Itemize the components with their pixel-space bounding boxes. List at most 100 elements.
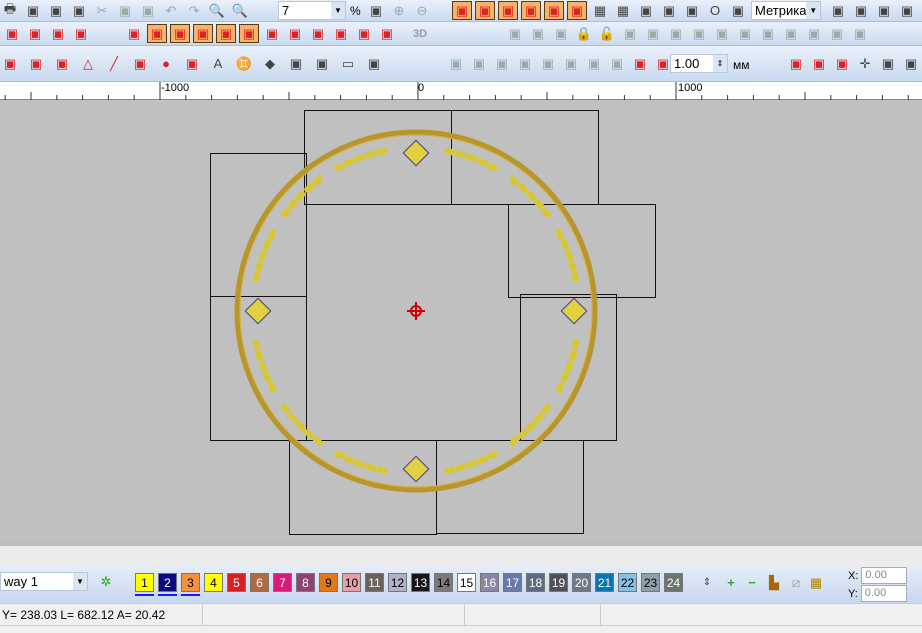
wave-fill-icon[interactable]: ▣ bbox=[25, 24, 45, 43]
zoom-combo[interactable]: 7 ▼ bbox=[278, 1, 346, 20]
intersect-icon[interactable]: ▣ bbox=[492, 54, 512, 73]
align-top-icon[interactable]: ▣ bbox=[689, 24, 709, 43]
paste-icon[interactable]: ▣ bbox=[138, 1, 158, 20]
units-combo[interactable]: Метрика ▼ bbox=[751, 1, 821, 20]
rectangle-icon[interactable]: ▭ bbox=[338, 54, 358, 73]
color-swatch-3[interactable]: 3 bbox=[181, 573, 200, 596]
color-swatch-21[interactable]: 21 bbox=[595, 573, 614, 592]
ungroup-icon[interactable]: ▣ bbox=[528, 24, 548, 43]
stitch-type-3-icon[interactable]: ▣ bbox=[170, 24, 190, 43]
hoop-red-icon[interactable]: ▣ bbox=[786, 54, 806, 73]
x-input[interactable]: 0.00 bbox=[861, 567, 908, 584]
transform-icon[interactable]: ▣ bbox=[312, 54, 332, 73]
hoop-oval-icon[interactable]: ▣ bbox=[809, 54, 829, 73]
distribute-v-icon[interactable]: ▣ bbox=[781, 24, 801, 43]
hoop-fill-icon[interactable]: ▣ bbox=[832, 54, 852, 73]
x-field[interactable]: X: 0.00 bbox=[848, 567, 908, 584]
color-swatch-24[interactable]: 24 bbox=[664, 573, 683, 592]
space-v-icon[interactable]: ▣ bbox=[827, 24, 847, 43]
stitch-type-1-icon[interactable]: ▣ bbox=[124, 24, 144, 43]
hoop-grid-icon[interactable]: ▦ bbox=[613, 1, 633, 20]
offset-icon[interactable]: ▣ bbox=[630, 54, 650, 73]
picture-icon[interactable]: ▣ bbox=[636, 1, 656, 20]
color-swatch-8[interactable]: 8 bbox=[296, 573, 315, 592]
print-icon[interactable]: 🖶 bbox=[0, 1, 20, 20]
color-swatch-4[interactable]: 4 bbox=[204, 573, 223, 592]
node-edit-icon[interactable]: ▣ bbox=[52, 54, 72, 73]
print-preview-icon[interactable]: ▣ bbox=[23, 1, 43, 20]
stitch-type-7-icon[interactable]: ▣ bbox=[262, 24, 282, 43]
trim-icon[interactable]: ▣ bbox=[469, 54, 489, 73]
stitch-type-10-icon[interactable]: ▣ bbox=[331, 24, 351, 43]
color-sequence-icon[interactable]: ▦ bbox=[806, 573, 826, 592]
color-list-icon[interactable]: ▣ bbox=[874, 1, 894, 20]
hoop-icon[interactable]: O bbox=[705, 1, 725, 20]
grid-fill-icon[interactable]: ▣ bbox=[2, 24, 22, 43]
layer-select[interactable]: way 1 ▼ bbox=[0, 572, 88, 591]
subtract-icon[interactable]: ▣ bbox=[515, 54, 535, 73]
color-swatch-11[interactable]: 11 bbox=[365, 573, 384, 592]
text-icon[interactable]: A bbox=[208, 54, 228, 73]
chevron-down-icon[interactable]: ▼ bbox=[73, 573, 87, 590]
thread-icon[interactable]: ▙ bbox=[764, 573, 784, 592]
color-swatch-5[interactable]: 5 bbox=[227, 573, 246, 592]
color-balls-icon[interactable]: ▣ bbox=[682, 1, 702, 20]
split-icon[interactable]: ▣ bbox=[364, 54, 384, 73]
zoom-in-icon[interactable]: ⊕ bbox=[389, 1, 409, 20]
stitch-type-6-icon[interactable]: ▣ bbox=[239, 24, 259, 43]
offset-input[interactable]: 1.00 ⇕ bbox=[670, 54, 728, 73]
polyline-icon[interactable]: ▣ bbox=[130, 54, 150, 73]
stitch-type-11-icon[interactable]: ▣ bbox=[354, 24, 374, 43]
remove-color-icon[interactable]: − bbox=[742, 573, 762, 592]
zoom-out-icon[interactable]: ⊖ bbox=[412, 1, 432, 20]
stitch-type-8-icon[interactable]: ▣ bbox=[285, 24, 305, 43]
back-minus-icon[interactable]: ▣ bbox=[561, 54, 581, 73]
redo-icon[interactable]: ↷ bbox=[184, 1, 204, 20]
undo-icon[interactable]: ↶ bbox=[161, 1, 181, 20]
space-h-icon[interactable]: ▣ bbox=[804, 24, 824, 43]
color-swatch-2[interactable]: 2 bbox=[158, 573, 177, 596]
people-icon[interactable]: ♊ bbox=[234, 54, 254, 73]
y-input[interactable]: 0.00 bbox=[860, 585, 907, 602]
add-color-icon[interactable]: + bbox=[721, 573, 741, 592]
y-field[interactable]: Y: 0.00 bbox=[848, 585, 907, 602]
zoom-icon[interactable]: 🔍 bbox=[207, 1, 227, 20]
sew-icon[interactable]: ▣ bbox=[46, 1, 66, 20]
color-swatch-16[interactable]: 16 bbox=[480, 573, 499, 592]
align-middle-icon[interactable]: ▣ bbox=[712, 24, 732, 43]
stitch-list-icon[interactable]: ▣ bbox=[897, 1, 917, 20]
zoom-fit-icon[interactable]: ▣ bbox=[366, 1, 386, 20]
overlap-icon[interactable]: ▣ bbox=[584, 54, 604, 73]
align-left-icon[interactable]: ▣ bbox=[620, 24, 640, 43]
freehand-icon[interactable]: ▣ bbox=[0, 54, 20, 73]
grid-icon[interactable]: ▦ bbox=[590, 1, 610, 20]
zoom-1to1-icon[interactable]: 🔍 bbox=[230, 1, 250, 20]
color-swatch-13[interactable]: 13 bbox=[411, 573, 430, 592]
auto-digitize-icon[interactable]: ▣ bbox=[728, 1, 748, 20]
color-swatch-20[interactable]: 20 bbox=[572, 573, 591, 592]
fill-stitch-icon[interactable]: ▣ bbox=[475, 1, 495, 20]
polygon-icon[interactable]: △ bbox=[78, 54, 98, 73]
color-swatch-22[interactable]: 22 bbox=[618, 573, 637, 592]
run-stitch-icon[interactable]: ▣ bbox=[544, 1, 564, 20]
unlock-icon[interactable]: 🔓 bbox=[597, 24, 617, 43]
stitch-type-12-icon[interactable]: ▣ bbox=[377, 24, 397, 43]
outline-icon[interactable]: ▣ bbox=[286, 54, 306, 73]
chevron-down-icon[interactable]: ▼ bbox=[331, 2, 345, 19]
chevron-down-icon[interactable]: ▼ bbox=[806, 2, 820, 19]
center-cross-icon[interactable]: ✛ bbox=[855, 54, 875, 73]
line-icon[interactable]: ╱ bbox=[104, 54, 124, 73]
stitch-type-2-icon[interactable]: ▣ bbox=[147, 24, 167, 43]
group-icon[interactable]: ▣ bbox=[505, 24, 525, 43]
color-swatch-7[interactable]: 7 bbox=[273, 573, 292, 592]
align-bottom-icon[interactable]: ▣ bbox=[735, 24, 755, 43]
embroidery-machine-icon[interactable]: ▣ bbox=[69, 1, 89, 20]
maze-fill-icon[interactable]: ▣ bbox=[71, 24, 91, 43]
color-swatch-15[interactable]: 15 bbox=[457, 573, 476, 592]
no-color-icon[interactable]: ⧄ bbox=[786, 573, 806, 592]
leaf-icon[interactable]: ▣ bbox=[498, 1, 518, 20]
color-swatch-23[interactable]: 23 bbox=[641, 573, 660, 592]
color-swatch-18[interactable]: 18 bbox=[526, 573, 545, 592]
color-swatch-17[interactable]: 17 bbox=[503, 573, 522, 592]
color-mix-icon[interactable]: ✲ bbox=[96, 572, 116, 591]
